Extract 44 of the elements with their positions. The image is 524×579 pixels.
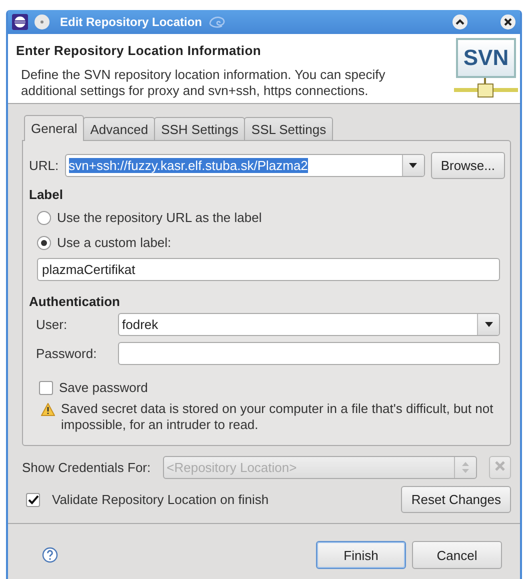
dialog-button[interactable]: Finish bbox=[316, 541, 406, 569]
pin-icon[interactable] bbox=[34, 14, 50, 30]
spinner-icon bbox=[462, 462, 469, 473]
window-title: Edit Repository Location bbox=[60, 15, 202, 29]
app-icon bbox=[12, 14, 28, 30]
radio-label: Use the repository URL as the label bbox=[57, 210, 262, 225]
section-heading: Authentication bbox=[29, 294, 121, 309]
custom-label-field[interactable]: plazmaCertifikat bbox=[37, 258, 500, 281]
browse-button[interactable]: Browse... bbox=[430, 152, 505, 179]
help-icon[interactable] bbox=[42, 547, 58, 563]
connector-icon bbox=[454, 78, 518, 98]
radio-button[interactable] bbox=[37, 236, 51, 250]
chameleon-icon bbox=[208, 15, 226, 29]
password-field[interactable] bbox=[118, 342, 500, 365]
page-description: Define the SVN repository location information. You can specify additional settings for proxy and svn+ssh, https connections. bbox=[21, 67, 386, 99]
warning-text: Saved secret data is stored on your computer in a file that's difficult, but not impossible, for an intruder to read. bbox=[61, 401, 494, 433]
url-label: URL: bbox=[29, 158, 59, 173]
password-label: Password: bbox=[36, 346, 98, 361]
url-combo[interactable]: svn+ssh://fuzzy.kasr.elf.stuba.sk/Plazma2 bbox=[64, 154, 425, 177]
close-button[interactable] bbox=[500, 14, 516, 30]
tab[interactable]: SSL Settings bbox=[244, 117, 334, 140]
maximize-button[interactable] bbox=[452, 14, 468, 30]
dialog-button[interactable]: Cancel bbox=[412, 541, 502, 569]
radio-button[interactable] bbox=[37, 210, 51, 224]
user-combo[interactable]: fodrek bbox=[118, 313, 500, 336]
tab[interactable]: General bbox=[24, 115, 84, 141]
credentials-label: Show Credentials For: bbox=[22, 460, 151, 475]
section-heading: Label bbox=[29, 187, 64, 202]
credentials-combo: <Repository Location> bbox=[162, 456, 477, 479]
reset-changes-button[interactable]: Reset Changes bbox=[401, 486, 511, 513]
caret-icon bbox=[484, 322, 492, 327]
clear-icon bbox=[494, 460, 506, 472]
user-label: User: bbox=[36, 317, 68, 332]
checkbox-label: Save password bbox=[59, 380, 148, 395]
tab[interactable]: SSH Settings bbox=[154, 117, 246, 140]
checkbox[interactable] bbox=[39, 380, 53, 394]
checkbox[interactable] bbox=[26, 492, 40, 506]
checkbox-label: Validate Repository Location on finish bbox=[52, 492, 269, 507]
radio-label: Use a custom label: bbox=[57, 235, 172, 250]
caret-icon bbox=[409, 163, 418, 168]
tab[interactable]: Advanced bbox=[83, 117, 156, 140]
page-title: Enter Repository Location Information bbox=[16, 43, 262, 58]
logo: SVN bbox=[456, 38, 516, 78]
warning-icon bbox=[41, 403, 55, 416]
